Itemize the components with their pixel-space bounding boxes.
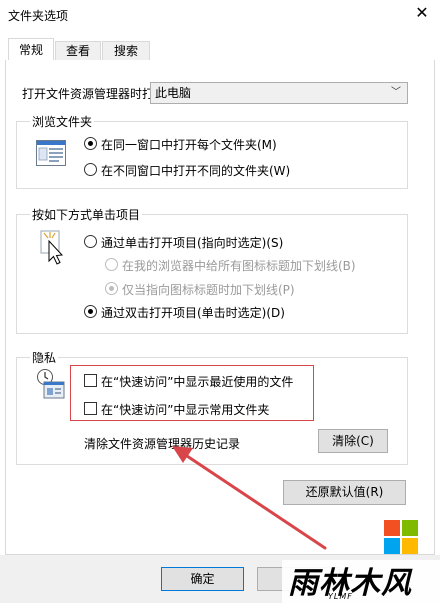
- annotation-arrow: [172, 446, 327, 550]
- restore-defaults-button[interactable]: 还原默认值(R): [283, 480, 406, 505]
- windows-logo-icon: [384, 520, 418, 554]
- ok-button[interactable]: 确定: [161, 567, 244, 591]
- watermark-logo-sub: YLMF: [328, 592, 353, 601]
